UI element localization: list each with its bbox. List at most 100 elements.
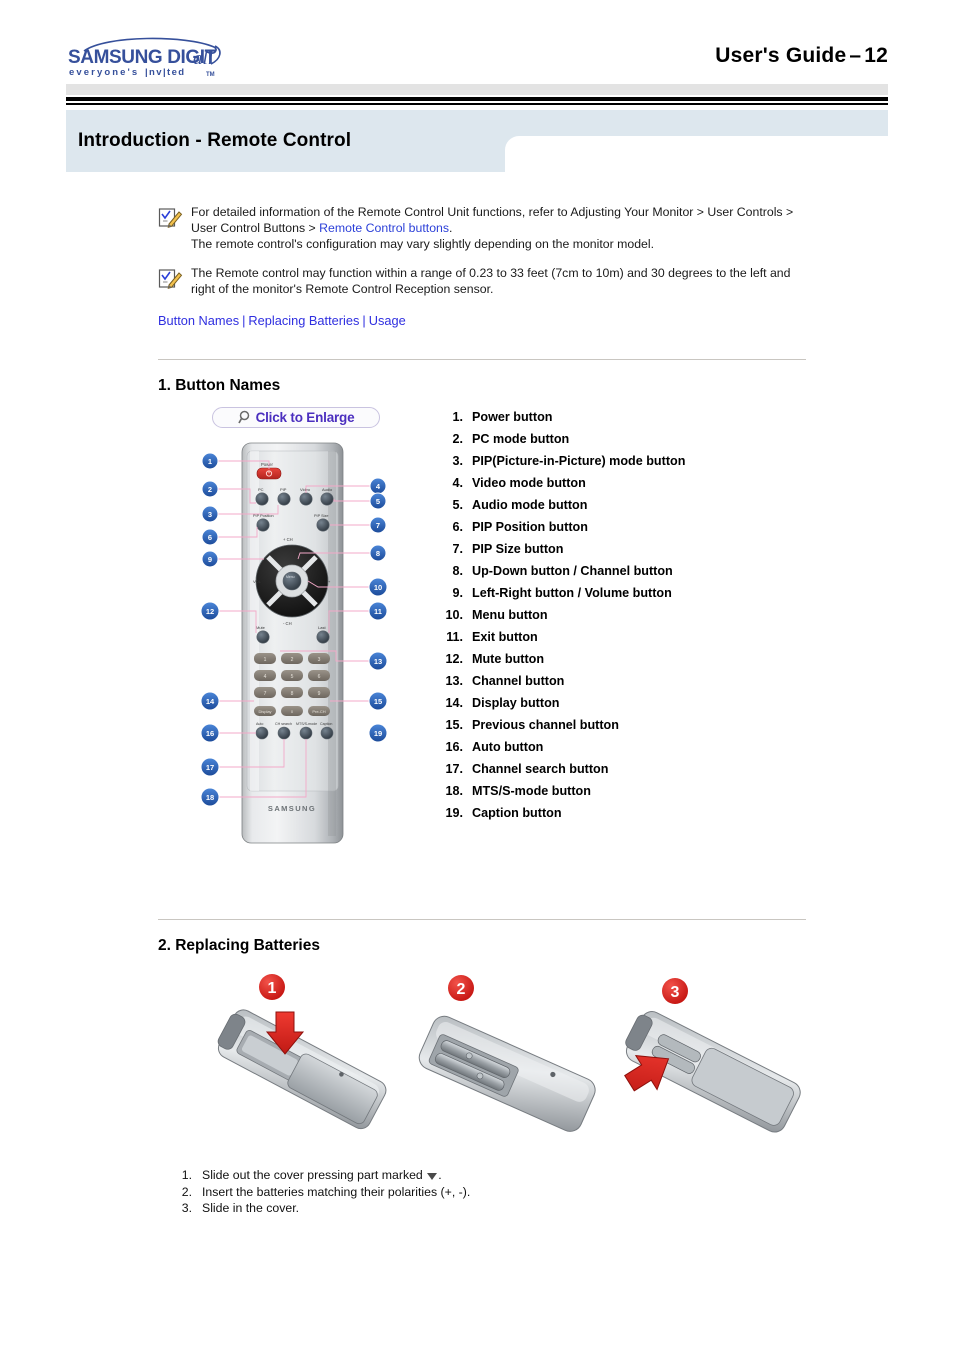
list-item-label: Slide out the cover pressing part marked… — [202, 1168, 442, 1182]
svg-text:1: 1 — [208, 457, 212, 466]
list-item-label: Auto button — [472, 740, 544, 754]
list-item: 2. Insert the batteries matching their p… — [176, 1185, 676, 1202]
svg-text:17: 17 — [206, 763, 214, 772]
list-item-number: 1. — [452, 410, 463, 424]
note-item: The Remote control may function within a… — [158, 266, 803, 298]
list-item-number: 16. — [445, 740, 463, 754]
list-item: 5. Audio mode button — [437, 498, 767, 520]
list-item-number: 18. — [445, 784, 463, 798]
list-item-label: Left-Right button / Volume button — [472, 586, 672, 600]
list-item-number: 13. — [445, 674, 463, 688]
anchor-link-usage[interactable]: Usage — [369, 313, 406, 328]
svg-text:10: 10 — [374, 583, 382, 592]
list-item: 6. PIP Position button — [437, 520, 767, 542]
remote-control-figure[interactable]: Click to Enlarge Power PC PIP Video Audi… — [190, 405, 395, 845]
svg-text:18: 18 — [206, 793, 214, 802]
list-item-number: 5. — [452, 498, 463, 512]
list-item-number: 3. — [452, 454, 463, 468]
header-rule-thick — [66, 97, 888, 101]
list-item-label: Audio mode button — [472, 498, 588, 512]
svg-text:5: 5 — [291, 674, 294, 680]
note-checklist-icon — [158, 206, 184, 230]
list-item-label: Exit button — [472, 630, 538, 644]
svg-text:- CH: - CH — [283, 621, 292, 626]
svg-text:3: 3 — [208, 510, 212, 519]
svg-text:everyone's: everyone's — [69, 67, 139, 78]
list-item: 3. Slide in the cover. — [176, 1201, 676, 1218]
svg-text:Power: Power — [261, 462, 273, 467]
step-text-suffix: . — [438, 1168, 442, 1182]
list-item-label: Display button — [472, 696, 560, 710]
list-item-label: Slide in the cover. — [202, 1201, 300, 1215]
list-item: 16. Auto button — [437, 740, 767, 762]
svg-text:VOL: VOL — [253, 579, 262, 584]
note-text-after-link: . — [449, 220, 453, 235]
svg-text:Display: Display — [258, 709, 271, 714]
svg-text:19: 19 — [374, 729, 382, 738]
svg-text:all: all — [193, 48, 213, 69]
svg-text:8: 8 — [376, 549, 380, 558]
header-gray-band — [66, 84, 888, 95]
svg-text:|nv|ted: |nv|ted — [145, 67, 185, 78]
svg-text:Mute: Mute — [256, 625, 266, 630]
list-item-number: 4. — [452, 476, 463, 490]
remote-control-buttons-link[interactable]: Remote Control buttons — [319, 221, 449, 235]
svg-text:16: 16 — [206, 729, 214, 738]
list-item-label: Caption button — [472, 806, 562, 820]
battery-step-2-image: 2 — [398, 972, 613, 1147]
list-item-label: Mute button — [472, 652, 545, 666]
anchor-link-button-names[interactable]: Button Names — [158, 313, 239, 328]
list-item-label: Video mode button — [472, 476, 586, 490]
anchor-link-replacing-batteries[interactable]: Replacing Batteries — [248, 313, 359, 328]
svg-text:MTS/S-mode: MTS/S-mode — [296, 722, 317, 726]
remote-control-image[interactable]: Power PC PIP Video Audio PIP Position PI… — [190, 429, 395, 847]
section-heading-replacing-batteries: 2. Replacing Batteries — [158, 937, 320, 954]
svg-text:PIP Size: PIP Size — [314, 514, 329, 518]
click-to-enlarge-button[interactable]: Click to Enlarge — [212, 407, 380, 428]
svg-text:14: 14 — [206, 697, 215, 706]
list-item-number: 17. — [445, 762, 463, 776]
list-item-label: PIP(Picture-in-Picture) mode button — [472, 454, 686, 468]
list-item-label: PC mode button — [472, 432, 570, 446]
list-item-number: 9. — [452, 586, 463, 600]
svg-text:4: 4 — [264, 674, 267, 680]
page-header: SAMSUNG DIGIT all everyone's |nv|ted TM … — [0, 0, 954, 180]
step-text: Slide out the cover pressing part marked — [202, 1168, 427, 1182]
page-title-band-cutout — [505, 136, 888, 172]
svg-text:2: 2 — [457, 981, 466, 998]
svg-text:CH search: CH search — [275, 722, 292, 726]
svg-text:12: 12 — [206, 607, 214, 616]
list-item: 19. Caption button — [437, 806, 767, 828]
list-item-number: 6. — [452, 520, 463, 534]
list-item-label: Up-Down button / Channel button — [472, 564, 673, 578]
svg-text:2: 2 — [208, 485, 212, 494]
svg-text:Audio: Audio — [322, 487, 333, 492]
note-item: For detailed information of the Remote C… — [158, 205, 803, 252]
svg-text:SAMSUNG: SAMSUNG — [268, 804, 316, 813]
list-item: 1. Slide out the cover pressing part mar… — [176, 1168, 676, 1185]
svg-text:1: 1 — [268, 980, 277, 997]
list-item-number: 12. — [445, 652, 463, 666]
list-item: 18. MTS/S-mode button — [437, 784, 767, 806]
guide-dash: – — [849, 44, 862, 67]
svg-text:Video: Video — [300, 487, 311, 492]
svg-text:7: 7 — [264, 691, 267, 697]
list-item-label: Previous channel button — [472, 718, 619, 732]
list-item-label: Channel search button — [472, 762, 609, 776]
list-item-label: Insert the batteries matching their pola… — [202, 1184, 471, 1199]
anchor-separator: | — [362, 313, 366, 328]
note-text: For detailed information of the Remote C… — [191, 205, 803, 252]
list-item-label: MTS/S-mode button — [472, 784, 591, 798]
replacing-batteries-steps: 1. Slide out the cover pressing part mar… — [176, 1168, 676, 1218]
list-item: 4. Video mode button — [437, 476, 767, 498]
list-item: 8. Up-Down button / Channel button — [437, 564, 767, 586]
svg-text:13: 13 — [374, 657, 382, 666]
list-item-number: 15. — [445, 718, 463, 732]
svg-text:6: 6 — [318, 674, 321, 680]
svg-text:PIP: PIP — [280, 487, 287, 492]
list-item: 11. Exit button — [437, 630, 767, 652]
magnifier-icon — [237, 410, 253, 425]
svg-text:9: 9 — [318, 691, 321, 697]
svg-text:2: 2 — [291, 657, 294, 663]
list-item-number: 2. — [181, 1184, 192, 1199]
